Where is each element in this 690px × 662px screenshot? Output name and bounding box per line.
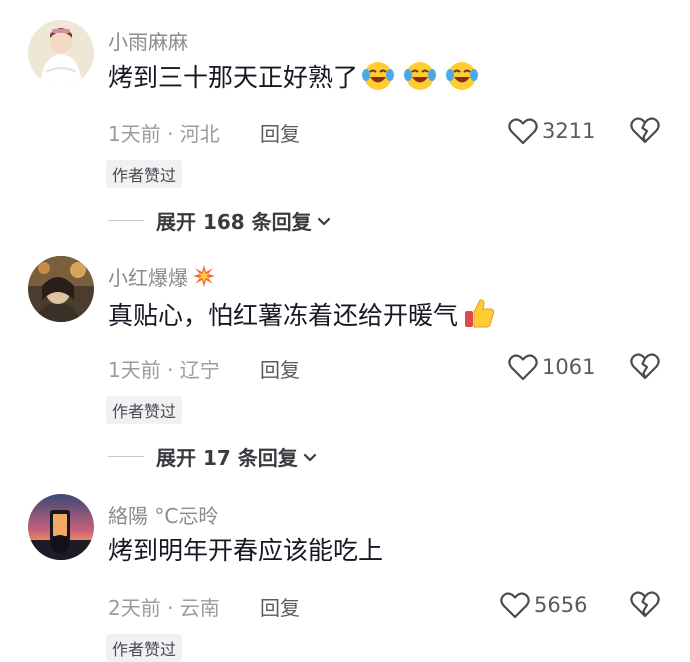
dislike-button[interactable]: [630, 590, 660, 622]
comment-text: 真贴心，怕红薯冻着还给开暖气: [108, 296, 498, 339]
heart-outline-icon: [500, 592, 530, 619]
username-text: 小红爆爆: [108, 266, 188, 290]
broken-heart-icon: [630, 591, 660, 618]
expand-replies-button[interactable]: 展开 17 条回复: [108, 442, 318, 471]
time-location: 2天前 · 云南: [108, 596, 220, 620]
chevron-down-icon: [317, 217, 330, 225]
divider-line: [108, 220, 144, 221]
avatar[interactable]: [28, 20, 94, 86]
time-location: 1天前 · 河北: [108, 122, 220, 146]
heart-outline-icon: [508, 118, 538, 145]
dislike-button[interactable]: [630, 116, 660, 148]
collision-icon: [192, 264, 216, 293]
chevron-down-icon: [303, 453, 316, 461]
like-button[interactable]: 1061: [508, 352, 595, 382]
comment-text-body: 烤到三十那天正好熟了: [108, 63, 359, 92]
crying-laughing-face-icon: [445, 62, 478, 90]
emoji-group: [362, 60, 480, 101]
author-liked-badge: 作者赞过: [106, 160, 183, 188]
author-liked-badge: 作者赞过: [106, 634, 183, 662]
expand-replies-label: 展开 168 条回复: [156, 210, 312, 234]
like-count: 1061: [542, 355, 596, 379]
reply-button[interactable]: 回复: [260, 118, 300, 147]
expand-replies-button[interactable]: 展开 168 条回复: [108, 206, 332, 235]
like-button[interactable]: 3211: [508, 116, 595, 146]
comment-text-body: 真贴心，怕红薯冻着还给开暖气: [108, 301, 459, 330]
reply-button[interactable]: 回复: [260, 354, 300, 383]
broken-heart-icon: [630, 117, 660, 144]
dislike-button[interactable]: [630, 352, 660, 384]
like-button[interactable]: 5656: [500, 590, 587, 620]
author-liked-badge: 作者赞过: [106, 396, 183, 424]
divider-line: [108, 456, 144, 457]
avatar[interactable]: [28, 494, 94, 560]
username[interactable]: 小雨麻麻: [108, 26, 188, 55]
comment-text: 烤到明年开春应该能吃上: [108, 536, 384, 565]
crying-laughing-face-icon: [362, 62, 395, 90]
reply-button[interactable]: 回复: [260, 592, 300, 621]
comment-text: 烤到三十那天正好熟了: [108, 60, 480, 101]
thumbs-up-icon: [465, 299, 495, 328]
expand-replies-label: 展开 17 条回复: [156, 446, 298, 470]
username[interactable]: 絡陽 °C忈昤: [108, 500, 218, 529]
crying-laughing-face-icon: [403, 62, 436, 90]
avatar[interactable]: [28, 256, 94, 322]
username[interactable]: 小红爆爆: [108, 262, 216, 293]
like-count: 5656: [534, 593, 588, 617]
time-location: 1天前 · 辽宁: [108, 358, 220, 382]
heart-outline-icon: [508, 354, 538, 381]
emoji-group: [462, 296, 498, 339]
broken-heart-icon: [630, 353, 660, 380]
like-count: 3211: [542, 119, 596, 143]
